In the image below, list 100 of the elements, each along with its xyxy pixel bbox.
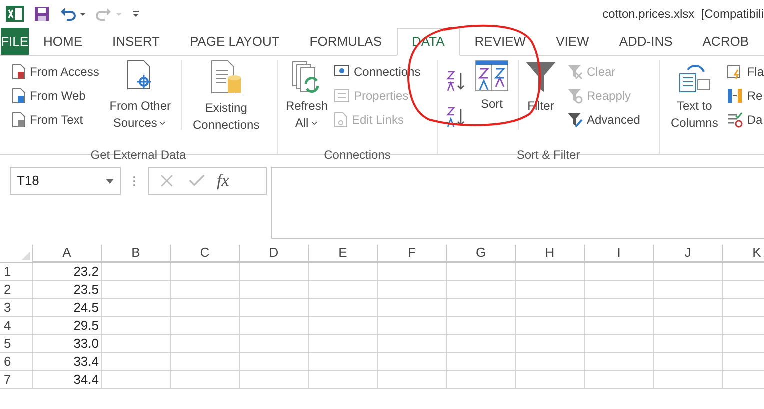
row-header[interactable]: 3 (0, 299, 33, 317)
spreadsheet-app-icon[interactable] (6, 5, 24, 23)
name-box[interactable]: T18 (10, 167, 121, 195)
ribbon-button[interactable]: Refresh All (284, 60, 330, 146)
ribbon-button[interactable]: From Access (12, 60, 100, 84)
column-header[interactable]: F (378, 245, 447, 263)
customize-toolbar-icon[interactable] (132, 9, 140, 19)
table-cell (654, 335, 723, 353)
column-header[interactable]: A (33, 245, 102, 263)
access-file-icon (12, 64, 26, 80)
table-cell (102, 299, 171, 317)
table-cell (516, 281, 585, 299)
table-cell (516, 371, 585, 389)
insert-function-button[interactable]: fx (217, 168, 230, 194)
table-cell (585, 263, 654, 281)
ribbon-button[interactable]: Sort (470, 60, 514, 146)
column-header[interactable]: G (447, 245, 516, 263)
table-cell (516, 353, 585, 371)
table-cell (102, 281, 171, 299)
row-header[interactable]: 6 (0, 353, 33, 371)
ribbon-button[interactable]: Re (727, 84, 764, 108)
column-header[interactable]: D (240, 245, 309, 263)
undo-icon[interactable] (60, 6, 86, 22)
table-cell (447, 299, 516, 317)
remove-duplicates-icon (727, 88, 744, 104)
table-cell (447, 263, 516, 281)
chain-document-icon (334, 112, 348, 128)
table-cell (309, 263, 378, 281)
group-label: Connections (323, 147, 392, 164)
table-cell (171, 353, 240, 371)
table-cell (171, 371, 240, 389)
ribbon-tab[interactable]: REVIEW (460, 28, 542, 56)
ribbon-tab[interactable]: INSERT (98, 28, 175, 56)
table-cell (378, 371, 447, 389)
table-cell (378, 299, 447, 317)
table-cell (102, 371, 171, 389)
table-cell (102, 263, 171, 281)
ribbon-button[interactable]: From Web (12, 84, 100, 108)
column-header[interactable]: C (171, 245, 240, 263)
table-cell (378, 317, 447, 335)
table-cell (378, 281, 447, 299)
table-cell (171, 317, 240, 335)
row-header[interactable]: 4 (0, 317, 33, 335)
column-header[interactable]: J (654, 245, 723, 263)
monitor-icon (334, 65, 350, 79)
table-cell (102, 353, 171, 371)
save-icon[interactable] (34, 6, 50, 22)
table-cell (516, 317, 585, 335)
column-header[interactable]: K (723, 245, 764, 263)
table-cell (585, 281, 654, 299)
column-header[interactable]: I (585, 245, 654, 263)
row-header[interactable]: 1 (0, 263, 33, 281)
formula-input[interactable] (271, 167, 764, 239)
ribbon-button[interactable]: Existing Connections (186, 60, 266, 146)
advanced-filter-icon (567, 112, 583, 128)
row-header[interactable]: 2 (0, 281, 33, 299)
row-header[interactable]: 7 (0, 371, 33, 389)
table-cell (309, 371, 378, 389)
ribbon-button[interactable]: Advanced (567, 108, 640, 132)
table-cell (309, 299, 378, 317)
window-title: cotton.prices.xlsx [Compatibili (602, 6, 764, 23)
ribbon-tab[interactable]: VIEW (541, 28, 604, 56)
data-validation-icon (727, 112, 744, 128)
table-cell: 34.4 (33, 371, 102, 389)
table-cell (171, 281, 240, 299)
ribbon-tab[interactable]: ADD-INS (604, 28, 688, 56)
table-cell (654, 299, 723, 317)
ribbon-tab[interactable]: FORMULAS (294, 28, 398, 56)
ribbon-button[interactable]: From Other Sources (103, 60, 178, 146)
sort-descending-icon[interactable] (446, 106, 466, 128)
table-cell (585, 335, 654, 353)
ribbon-button[interactable]: Fla (727, 60, 764, 84)
column-header[interactable]: E (309, 245, 378, 263)
table-cell (654, 317, 723, 335)
table-cell: 23.5 (33, 281, 102, 299)
table-cell: 23.2 (33, 263, 102, 281)
ribbon-button[interactable]: From Text (12, 108, 100, 132)
table-cell (654, 281, 723, 299)
sort-dialog-icon (475, 60, 509, 92)
properties-icon (334, 89, 350, 103)
column-header[interactable]: H (516, 245, 585, 263)
ribbon-tab[interactable]: ACROB (688, 28, 764, 56)
table-cell (378, 335, 447, 353)
table-cell (240, 281, 309, 299)
table-cell (102, 335, 171, 353)
funnel-icon (525, 60, 557, 94)
table-cell (516, 335, 585, 353)
row-header[interactable]: 5 (0, 335, 33, 353)
file-tab[interactable]: FILE (1, 28, 29, 55)
table-cell: 24.5 (33, 299, 102, 317)
table-cell (378, 263, 447, 281)
sort-ascending-icon[interactable] (446, 70, 466, 92)
ribbon-tab[interactable]: PAGE LAYOUT (174, 28, 295, 56)
ribbon-tab[interactable]: HOME (28, 28, 98, 56)
table-cell (171, 335, 240, 353)
web-file-icon (12, 88, 26, 104)
table-cell (240, 263, 309, 281)
ribbon-button[interactable]: Da (727, 108, 764, 132)
ribbon-button[interactable]: Text to Columns (666, 60, 724, 146)
column-header[interactable]: B (102, 245, 171, 263)
